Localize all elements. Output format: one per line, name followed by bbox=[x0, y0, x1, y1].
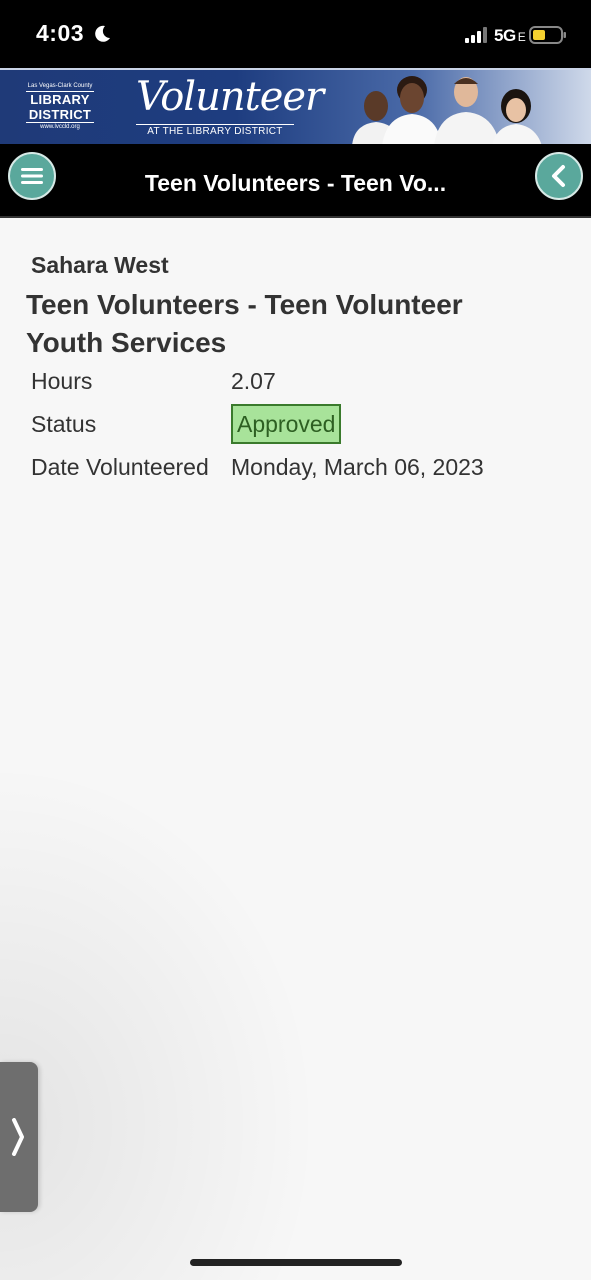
page-title: Teen Volunteers - Teen Vo... bbox=[144, 170, 447, 196]
status-badge: Approved bbox=[231, 404, 342, 444]
menu-button[interactable] bbox=[8, 152, 56, 200]
hours-label: Hours bbox=[31, 368, 93, 394]
volunteer-banner: Las Vegas-Clark County LIBRARY DISTRICT … bbox=[0, 68, 591, 144]
banner-subtitle: AT THE LIBRARY DISTRICT bbox=[136, 124, 294, 137]
status-label: Status bbox=[31, 411, 97, 437]
network-label: 5G E bbox=[494, 26, 526, 45]
background-shade bbox=[0, 760, 320, 1280]
nav-bar: Teen Volunteers - Teen Vo... bbox=[0, 144, 591, 218]
event-title: Teen Volunteers - Teen Volunteer Youth S… bbox=[26, 289, 463, 358]
chevron-right-icon bbox=[12, 1118, 24, 1156]
battery-icon bbox=[529, 26, 566, 44]
date-label: Date Volunteered bbox=[31, 454, 209, 480]
banner-title: Volunteer bbox=[136, 74, 324, 120]
library-logo: Las Vegas-Clark County LIBRARY DISTRICT … bbox=[26, 83, 94, 130]
side-drawer-tab[interactable] bbox=[0, 1062, 38, 1212]
location-name: Sahara West bbox=[31, 252, 169, 278]
date-value: Monday, March 06, 2023 bbox=[231, 454, 484, 480]
back-button[interactable] bbox=[535, 152, 583, 200]
status-time: 4:03 bbox=[36, 20, 85, 46]
moon-icon bbox=[95, 25, 110, 42]
hamburger-menu-icon bbox=[21, 168, 43, 184]
volunteers-photo bbox=[352, 76, 542, 144]
home-indicator[interactable] bbox=[190, 1259, 402, 1266]
status-bar: 4:03 5G E bbox=[0, 0, 591, 68]
signal-icon bbox=[465, 27, 487, 43]
hours-value: 2.07 bbox=[231, 368, 276, 394]
chevron-left-icon bbox=[552, 165, 565, 187]
